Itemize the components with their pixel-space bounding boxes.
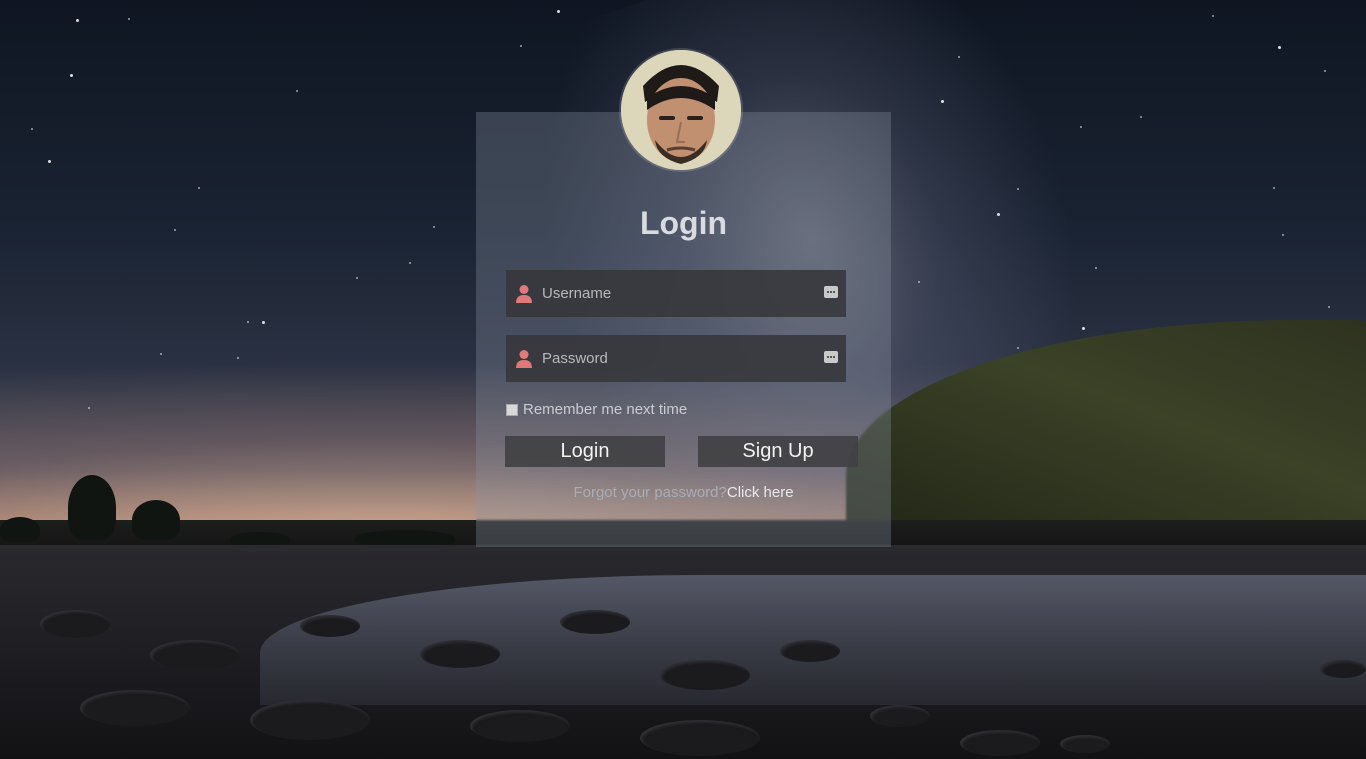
star: [1273, 187, 1275, 189]
rock: [870, 705, 930, 727]
more-dots-icon[interactable]: [824, 351, 838, 363]
star: [247, 321, 249, 323]
login-button[interactable]: Login: [505, 436, 665, 467]
tree: [230, 532, 290, 546]
star: [1080, 126, 1082, 128]
login-panel: [476, 112, 891, 547]
star: [520, 45, 522, 47]
rock: [300, 615, 360, 637]
star: [557, 10, 560, 13]
star: [1017, 347, 1019, 349]
star: [918, 281, 920, 283]
star: [48, 160, 51, 163]
star: [1278, 46, 1281, 49]
tree: [0, 517, 40, 542]
star: [31, 128, 33, 130]
tree: [355, 530, 455, 546]
star: [128, 18, 130, 20]
login-title: Login: [639, 205, 728, 241]
star: [174, 229, 176, 231]
username-field[interactable]: [506, 270, 846, 317]
rock: [640, 720, 760, 756]
star: [1324, 70, 1326, 72]
rock: [250, 700, 370, 740]
more-dots-icon[interactable]: [824, 286, 838, 298]
rock: [660, 660, 750, 690]
star: [1282, 234, 1284, 236]
star: [262, 321, 265, 324]
signup-button[interactable]: Sign Up: [698, 436, 858, 467]
star: [296, 90, 298, 92]
star: [1017, 188, 1019, 190]
password-field[interactable]: [506, 335, 846, 382]
star: [958, 56, 960, 58]
rock: [560, 610, 630, 634]
forgot-text: Forgot your password?: [573, 484, 727, 501]
star: [88, 407, 90, 409]
star: [356, 277, 358, 279]
remember-label: Remember me next time: [523, 401, 688, 418]
star: [1328, 306, 1330, 308]
tree: [68, 475, 116, 540]
rock: [1060, 735, 1110, 753]
username-input[interactable]: [540, 284, 814, 303]
rock: [40, 610, 110, 638]
rock: [960, 730, 1040, 756]
rock: [150, 640, 240, 670]
star: [198, 187, 200, 189]
forgot-password-link[interactable]: Click here: [727, 484, 794, 501]
remember-checkbox[interactable]: [506, 403, 518, 416]
star: [1082, 327, 1085, 330]
star: [941, 100, 944, 103]
star: [409, 262, 411, 264]
user-icon: [515, 284, 533, 304]
user-icon: [515, 349, 533, 369]
rock: [1320, 660, 1366, 678]
star: [1095, 267, 1097, 269]
star: [70, 74, 73, 77]
star: [1140, 116, 1142, 118]
star: [160, 353, 162, 355]
rock: [780, 640, 840, 662]
star: [237, 357, 239, 359]
rock: [470, 710, 570, 742]
password-input[interactable]: [540, 349, 814, 368]
tree: [132, 500, 180, 540]
star: [76, 19, 79, 22]
rock: [420, 640, 500, 668]
rock: [80, 690, 190, 726]
avatar: [621, 50, 741, 170]
remember-me[interactable]: Remember me next time: [506, 401, 687, 418]
star: [997, 213, 1000, 216]
forgot-password: Forgot your password?Click here: [476, 484, 891, 501]
star: [433, 226, 435, 228]
avatar-portrait: [621, 50, 741, 170]
star: [1212, 15, 1214, 17]
